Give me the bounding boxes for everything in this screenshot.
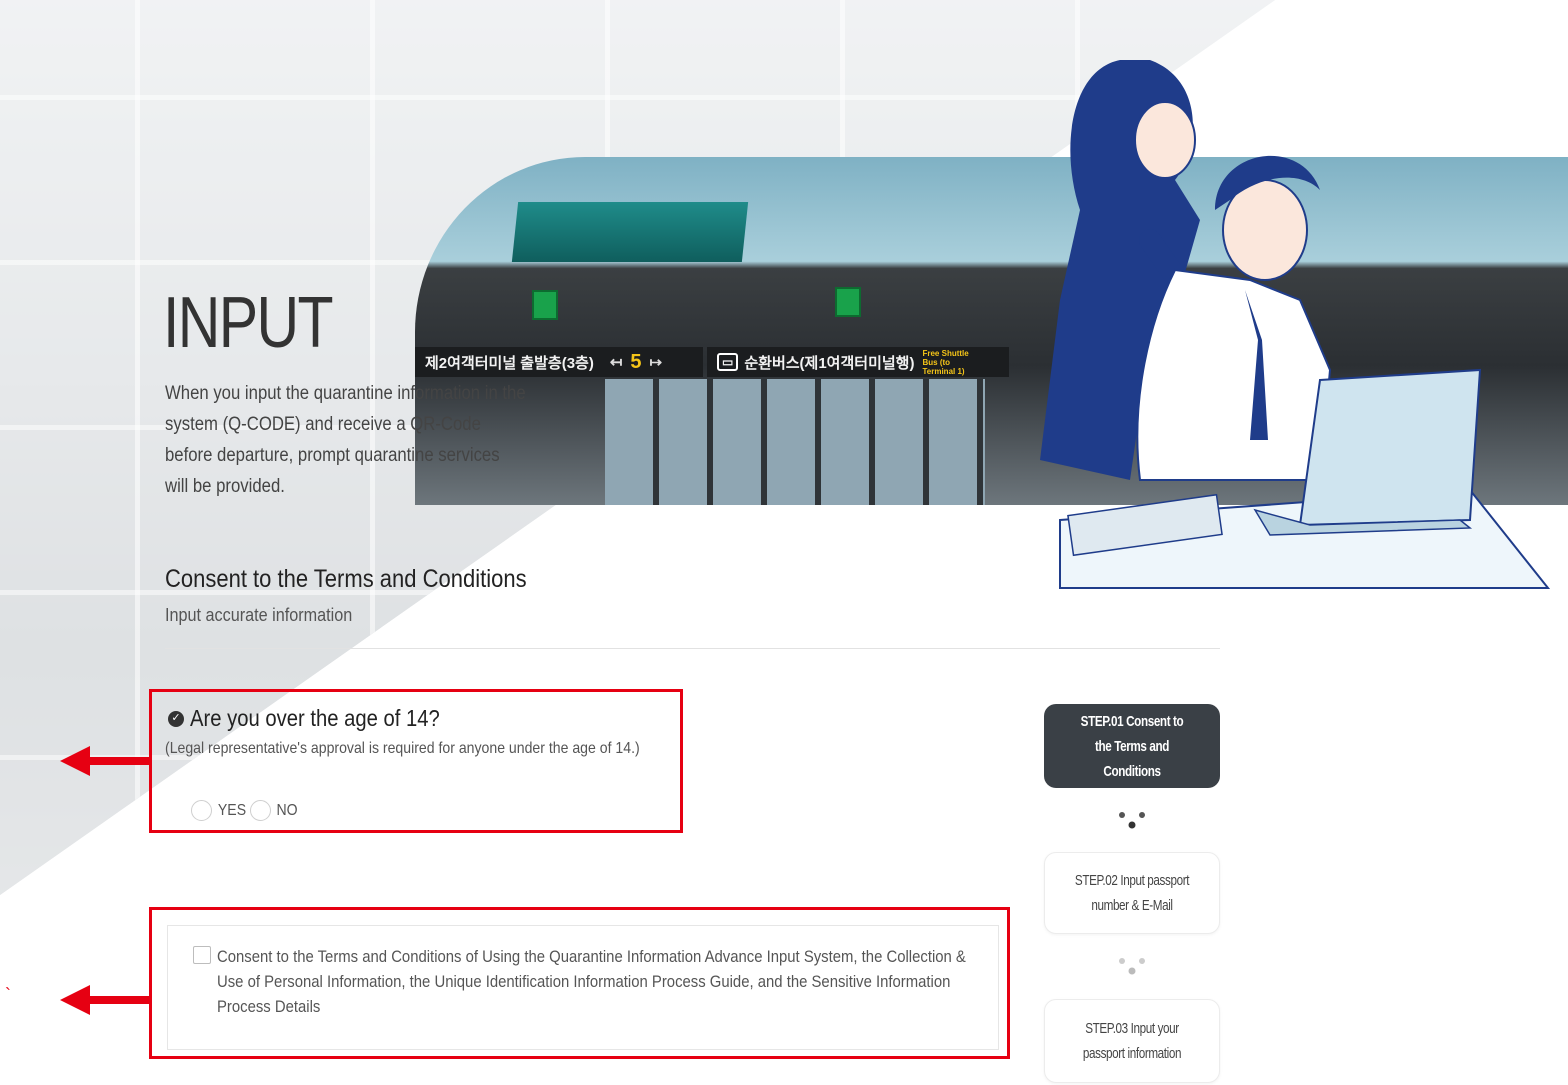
age-question-text: Are you over the age of 14? (190, 705, 440, 731)
sign-korean-text: 제2여객터미널 출발층(3층) (425, 354, 594, 372)
bus-icon: ▭ (717, 353, 739, 371)
sign-bus-text: 순환버스(제1여객터미널행) (744, 354, 915, 372)
annotation-tick: ` (5, 985, 11, 1005)
step-02-label: STEP.02 Input passport number & E-Mail (1074, 872, 1190, 914)
terminal-sign-left: 제2여객터미널 출발층(3층) ↤ 5 ↦ (415, 347, 703, 377)
arrow-left-icon (60, 746, 150, 776)
step-01[interactable]: STEP.01 Consent to the Terms and Conditi… (1044, 704, 1220, 788)
consent-text[interactable]: Consent to the Terms and Conditions of U… (217, 944, 978, 1019)
terminal-sign-right: ▭ 순환버스(제1여객터미널행) Free Shuttle Bus (to Te… (707, 347, 1009, 377)
no-radio[interactable] (250, 800, 272, 821)
age-radio-group: YES NO (191, 800, 301, 821)
yes-radio[interactable] (191, 800, 212, 821)
yes-radio-label[interactable]: YES (218, 802, 246, 820)
exit-sign-icon (835, 287, 861, 317)
step-03[interactable]: STEP.03 Input your passport information (1044, 999, 1220, 1083)
arrow-left-icon (60, 985, 150, 1015)
no-radio-label[interactable]: NO (276, 802, 297, 820)
step-connector-dots-icon (1119, 812, 1145, 829)
consent-checkbox[interactable] (193, 946, 211, 964)
sign-shuttle-text: Free Shuttle Bus (to Terminal 1) (922, 348, 969, 376)
age-question-title: ✓ Are you over the age of 14? (168, 705, 474, 732)
people-at-laptop-illustration (1040, 60, 1551, 589)
page-description: When you input the quarantine informatio… (165, 383, 526, 497)
section-divider (165, 648, 1220, 649)
sign-gate-number: 5 (630, 350, 642, 373)
check-circle-icon: ✓ (168, 710, 184, 727)
exit-sign-icon (532, 290, 558, 320)
step-connector-dots-icon (1119, 958, 1145, 975)
step-01-label: STEP.01 Consent to the Terms and Conditi… (1080, 712, 1184, 780)
section-subtitle: Input accurate information (165, 605, 353, 625)
terminal-doors (605, 379, 985, 505)
age-question-note: (Legal representative's approval is requ… (165, 740, 640, 757)
section-title: Consent to the Terms and Conditions (165, 565, 527, 593)
step-03-label: STEP.03 Input your passport information (1082, 1020, 1182, 1062)
step-02[interactable]: STEP.02 Input passport number & E-Mail (1044, 852, 1220, 934)
page-title: INPUT (163, 283, 334, 363)
glass-canopy (511, 202, 749, 262)
